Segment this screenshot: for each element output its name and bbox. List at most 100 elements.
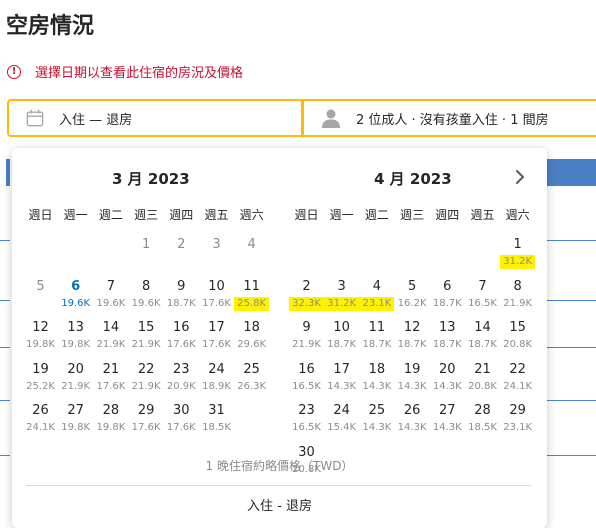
calendar-day[interactable]: 3 31.2K: [324, 278, 360, 316]
calendar-day[interactable]: 26 24.1K: [23, 402, 58, 440]
calendar-day[interactable]: 16 17.6K: [164, 319, 199, 357]
calendar-day[interactable]: 29 23.1K: [500, 402, 535, 440]
calendar-day[interactable]: 30 17.6K: [164, 402, 199, 440]
calendar-day[interactable]: 7 19.6K: [93, 278, 128, 316]
calendar-day[interactable]: 22 21.9K: [129, 361, 164, 399]
day-price: 14.3K: [362, 422, 392, 433]
calendar-day[interactable]: 13 18.7K: [430, 319, 465, 357]
day-price: 18.5K: [202, 422, 231, 433]
date-alert: ! 選擇日期以查看此住宿的房況及價格: [7, 62, 243, 81]
calendar-day[interactable]: 13 19.8K: [58, 319, 93, 357]
day-price: 17.6K: [202, 297, 231, 309]
calendar-day[interactable]: 5 16.2K: [395, 278, 430, 316]
day-number: 3: [212, 237, 221, 252]
day-number: 4: [247, 237, 256, 252]
calendar-day[interactable]: 22 24.1K: [500, 361, 535, 399]
day-number: 9: [302, 320, 311, 335]
background-row-divider: [0, 300, 10, 301]
weekday-header: 週二: [364, 208, 389, 222]
calendar-day[interactable]: 8 21.9K: [500, 278, 535, 316]
day-number: 21: [474, 361, 491, 377]
weekday-header: 週三: [400, 208, 425, 222]
calendar-day[interactable]: 15 21.9K: [129, 319, 164, 357]
calendar-day[interactable]: 6 18.7K: [430, 278, 465, 316]
calendar-day[interactable]: 18 29.6K: [234, 319, 269, 357]
calendar-day[interactable]: 11 25.8K: [234, 278, 270, 316]
day-price: 19.6K: [131, 297, 161, 309]
calendar-day[interactable]: 9 18.7K: [164, 278, 199, 316]
day-price: 21.9K: [131, 339, 161, 350]
calendar-day[interactable]: 23 20.9K: [164, 361, 199, 399]
weekday-header: 週六: [505, 208, 530, 222]
day-price: 21.9K: [131, 380, 161, 392]
calendar-day[interactable]: 14 18.7K: [465, 319, 500, 357]
calendar-day[interactable]: 20 21.9K: [58, 361, 93, 399]
calendar-day[interactable]: 25 26.3K: [234, 361, 269, 399]
chevron-right-icon[interactable]: [511, 168, 529, 186]
day-number: 21: [102, 361, 120, 377]
day-number: 6: [443, 278, 452, 294]
calendar-day[interactable]: 17 14.3K: [324, 361, 359, 399]
calendar-day[interactable]: 14 21.9K: [93, 319, 128, 357]
calendar-day[interactable]: 31 18.5K: [199, 402, 234, 440]
calendar-day[interactable]: 19 25.2K: [23, 361, 58, 399]
calendar-day[interactable]: 10 18.7K: [324, 319, 359, 357]
day-price: 21.9K: [503, 297, 533, 309]
calendar-day[interactable]: 26 14.3K: [395, 402, 430, 440]
day-number: 23: [173, 361, 190, 377]
calendar-day[interactable]: 24 18.9K: [199, 361, 234, 399]
calendar-day[interactable]: 12 19.8K: [23, 319, 58, 357]
calendar-day[interactable]: 7 16.5K: [465, 278, 500, 316]
calendar-day[interactable]: 23 16.5K: [289, 402, 324, 440]
calendar-day[interactable]: 10 17.6K: [199, 278, 234, 316]
calendar-day[interactable]: 24 15.4K: [324, 402, 359, 440]
weekday-header: 週日: [294, 208, 319, 222]
calendar-day[interactable]: 6 19.6K: [58, 278, 93, 316]
calendar-day[interactable]: 25 14.3K: [359, 402, 394, 440]
calendar-day[interactable]: 15 20.8K: [500, 319, 535, 357]
calendar-day[interactable]: 21 20.8K: [465, 361, 500, 399]
calendar-day[interactable]: 20 14.3K: [430, 361, 465, 399]
day-number: 7: [478, 278, 487, 294]
calendar-day[interactable]: 28 18.5K: [465, 402, 500, 440]
calendar-day[interactable]: 19 14.3K: [395, 361, 430, 399]
guests-field[interactable]: 2 位成人 · 沒有孩童入住 · 1 間房: [306, 101, 549, 135]
day-price: 14.3K: [397, 380, 427, 392]
day-price: 29.6K: [237, 339, 267, 350]
day-number: 9: [177, 278, 186, 294]
calendar-day[interactable]: 12 18.7K: [395, 319, 430, 357]
calendar-day[interactable]: 30 20.8K: [289, 444, 324, 482]
calendar-day[interactable]: 27 19.8K: [58, 402, 93, 440]
calendar-day[interactable]: 4 23.1K: [359, 278, 395, 316]
day-price: 20.8K: [468, 380, 497, 392]
calendar-day[interactable]: 29 17.6K: [129, 402, 164, 440]
background-row-divider: [0, 455, 10, 456]
calendar-day[interactable]: 21 17.6K: [93, 361, 128, 399]
calendar-day: 4: [234, 236, 269, 274]
calendar-day[interactable]: 18 14.3K: [359, 361, 394, 399]
calendar-day[interactable]: 16 16.5K: [289, 361, 324, 399]
calendar-day[interactable]: 17 17.6K: [199, 319, 234, 357]
calendar-day[interactable]: 8 19.6K: [129, 278, 164, 316]
day-price: 17.6K: [131, 422, 161, 433]
calendar-day[interactable]: 28 19.8K: [93, 402, 128, 440]
calendar-day: 5: [23, 278, 58, 316]
calendar-day[interactable]: 11 18.7K: [359, 319, 394, 357]
day-number: 13: [67, 320, 84, 335]
calendar-day: 3: [199, 236, 234, 274]
day-price: 17.6K: [166, 422, 196, 433]
day-price: 32.3K: [289, 296, 324, 311]
weekday-header: 週四: [435, 208, 460, 222]
calendar-day[interactable]: 1 31.2K: [500, 236, 536, 274]
calendar-day[interactable]: 9 21.9K: [289, 319, 324, 357]
day-price: 17.6K: [202, 339, 231, 350]
day-price: 19.8K: [61, 339, 91, 350]
day-price: 16.5K: [292, 380, 321, 392]
day-price: 21.9K: [61, 380, 91, 392]
date-range-field[interactable]: 入住 — 退房: [9, 101, 299, 135]
day-number: 17: [208, 320, 225, 335]
day-number: 27: [67, 403, 84, 418]
day-price: 31.2K: [500, 255, 536, 269]
calendar-day[interactable]: 27 14.3K: [430, 402, 465, 440]
calendar-day[interactable]: 2 32.3K: [289, 278, 324, 316]
